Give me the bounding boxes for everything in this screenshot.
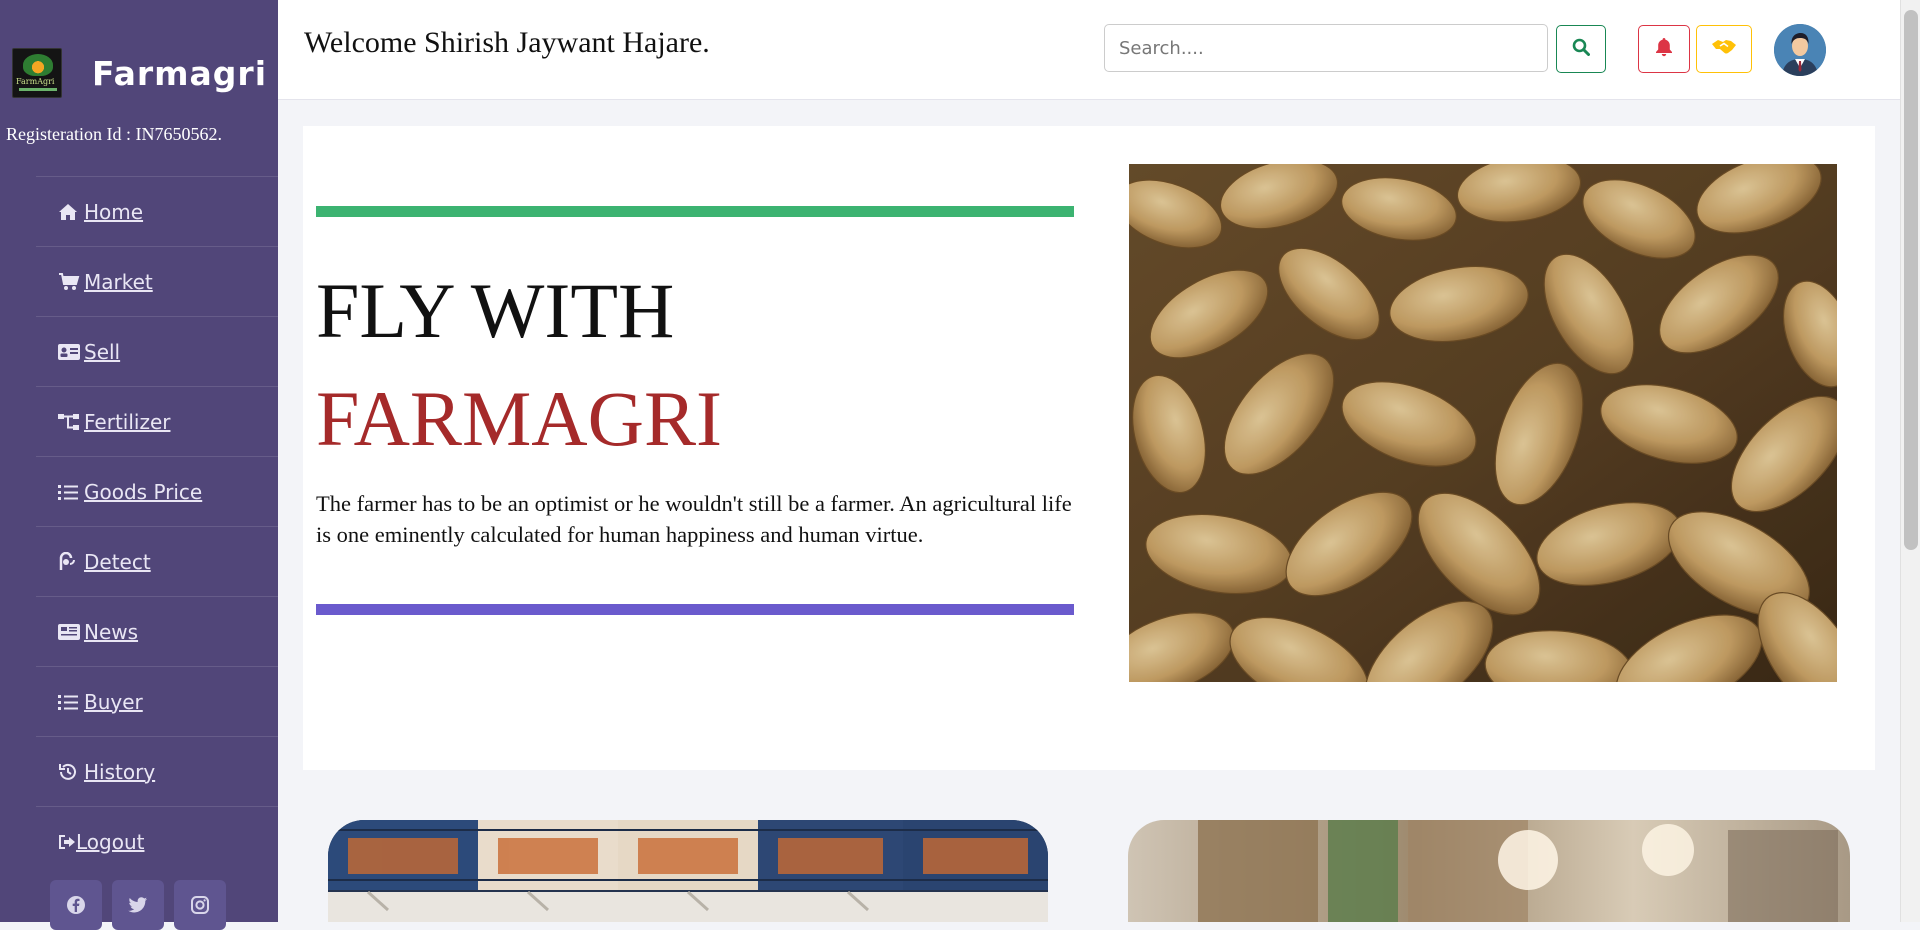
- handshake-icon: [1711, 38, 1737, 61]
- sidebar-item-market[interactable]: Market: [36, 246, 278, 316]
- registration-id: Registeration Id : IN7650562.: [6, 124, 222, 144]
- logout-icon: [58, 831, 76, 853]
- sidebar: FarmAgri Farmagri Registeration Id : IN7…: [0, 0, 278, 930]
- sidebar-item-label: Sell: [84, 339, 121, 364]
- hero-quote: The farmer has to be an optimist or he w…: [316, 491, 1072, 547]
- hero-title-line1: FLY WITH: [316, 267, 675, 354]
- hero-section: FLY WITH FARMAGRI The farmer has to be a…: [303, 126, 1875, 770]
- notifications-button[interactable]: [1638, 25, 1690, 73]
- brand-name: Farmagri: [92, 53, 268, 93]
- sidebar-item-logout[interactable]: Logout: [36, 806, 278, 876]
- farmagri-logo: FarmAgri: [12, 48, 62, 98]
- sidebar-item-label: Goods Price: [84, 479, 203, 504]
- home-icon: [58, 201, 84, 223]
- sidebar-item-label: Buyer: [84, 689, 143, 714]
- id-card-icon: [58, 341, 84, 363]
- sidebar-item-label: Logout: [76, 829, 145, 854]
- list-icon: [58, 691, 84, 713]
- sidebar-item-fertilizer[interactable]: Fertilizer: [36, 386, 278, 456]
- instagram-icon[interactable]: [174, 880, 226, 930]
- scrollbar-thumb[interactable]: [1904, 10, 1918, 550]
- peanuts-image: [1129, 164, 1837, 682]
- deals-button[interactable]: [1696, 25, 1752, 73]
- avatar[interactable]: [1774, 24, 1826, 76]
- sidebar-item-label: History: [84, 759, 156, 784]
- crates-image-card[interactable]: [328, 820, 1048, 922]
- sidebar-item-label: Market: [84, 269, 153, 294]
- page-scrollbar[interactable]: [1900, 0, 1920, 922]
- cart-icon: [58, 271, 84, 293]
- green-divider: [316, 206, 1074, 217]
- history-icon: [58, 761, 84, 783]
- twitter-icon[interactable]: [112, 880, 164, 930]
- search-input[interactable]: [1104, 24, 1548, 72]
- sidebar-item-history[interactable]: History: [36, 736, 278, 806]
- sidebar-item-buyer[interactable]: Buyer: [36, 666, 278, 736]
- top-header: Welcome Shirish Jaywant Hajare.: [278, 0, 1900, 100]
- sidebar-nav: Home Market Sell Fertilizer Goods Price: [36, 176, 278, 876]
- social-links: [50, 880, 226, 930]
- welcome-message: Welcome Shirish Jaywant Hajare.: [304, 26, 710, 59]
- sidebar-item-detect[interactable]: Detect: [36, 526, 278, 596]
- sidebar-item-home[interactable]: Home: [36, 176, 278, 246]
- sidebar-item-label: News: [84, 619, 139, 644]
- list-icon: [58, 481, 84, 503]
- hero-title-line2: FARMAGRI: [316, 375, 722, 462]
- sidebar-item-news[interactable]: News: [36, 596, 278, 666]
- facebook-icon[interactable]: [50, 880, 102, 930]
- search-icon: [1572, 38, 1590, 61]
- purple-divider: [316, 604, 1074, 615]
- sidebar-item-label: Detect: [84, 549, 151, 574]
- brand[interactable]: FarmAgri Farmagri: [12, 48, 267, 98]
- sidebar-item-label: Home: [84, 199, 144, 224]
- sidebar-item-goods-price[interactable]: Goods Price: [36, 456, 278, 526]
- sitemap-icon: [58, 411, 84, 433]
- bell-icon: [1655, 37, 1673, 62]
- detect-icon: [58, 551, 84, 573]
- warehouse-image-card[interactable]: [1128, 820, 1850, 922]
- search-button[interactable]: [1556, 25, 1606, 73]
- sidebar-item-sell[interactable]: Sell: [36, 316, 278, 386]
- newspaper-icon: [58, 621, 84, 643]
- sidebar-item-label: Fertilizer: [84, 409, 171, 434]
